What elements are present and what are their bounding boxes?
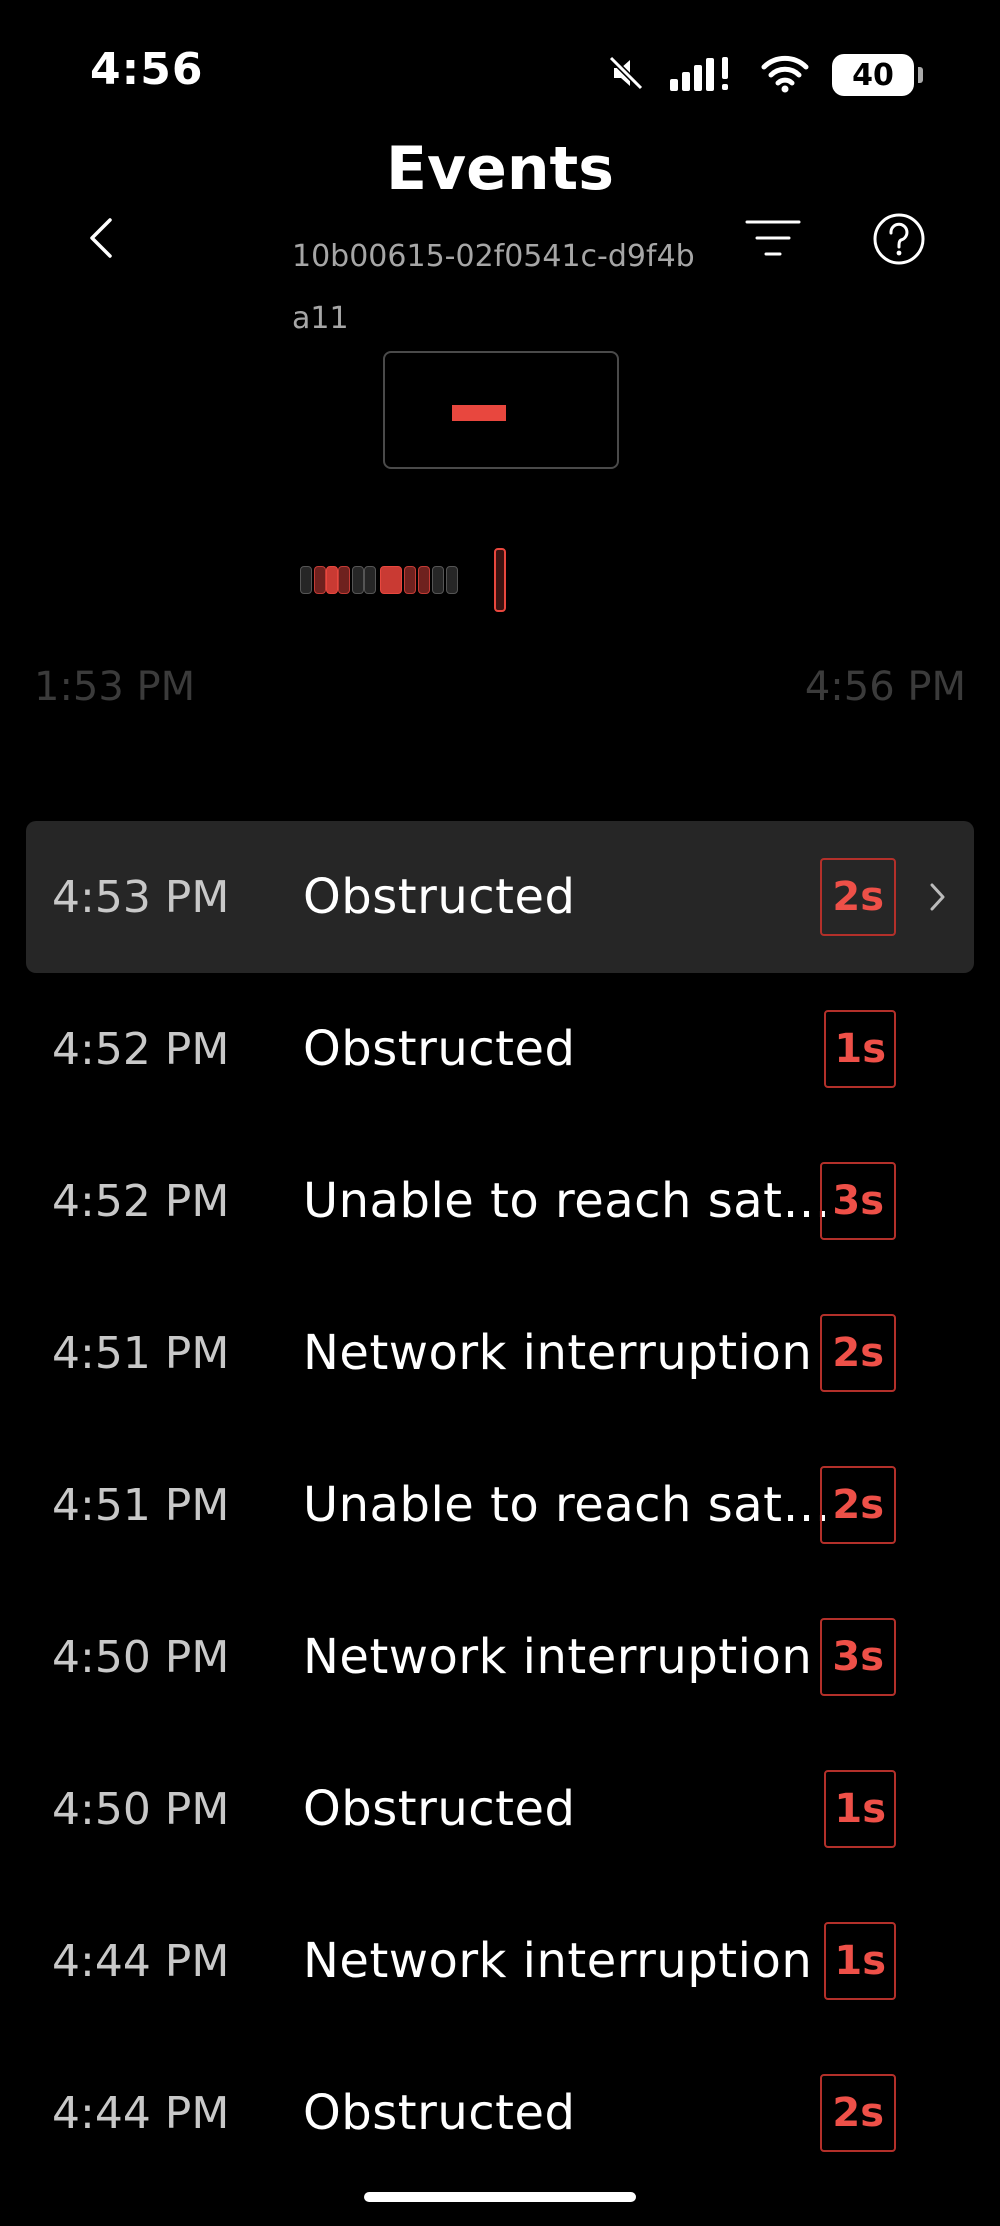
timeline-tick — [446, 566, 458, 594]
wifi-icon — [760, 53, 810, 97]
help-button[interactable] — [872, 212, 926, 266]
event-preview — [383, 351, 619, 469]
event-row[interactable]: 4:51 PM Network interruption 2s — [26, 1277, 974, 1429]
duration-badge: 2s — [820, 1314, 896, 1392]
event-time: 4:44 PM — [52, 2087, 230, 2139]
filter-button[interactable] — [745, 212, 801, 268]
help-icon — [872, 213, 926, 270]
status-icons: 40 — [606, 52, 923, 98]
timeline-start-label: 1:53 PM — [34, 664, 196, 710]
event-row[interactable]: 4:52 PM Unable to reach satell... 3s — [26, 1125, 974, 1277]
event-list: 4:53 PM Obstructed 2s 4:52 PM Obstructed… — [26, 821, 974, 2189]
event-label: Unable to reach satell... — [303, 1173, 853, 1229]
timeline-tick — [432, 566, 444, 594]
event-row[interactable]: 4:52 PM Obstructed 1s — [26, 973, 974, 1125]
timeline-tick — [364, 566, 376, 594]
event-label: Obstructed — [303, 1021, 576, 1077]
timeline-tick — [380, 566, 402, 594]
event-time: 4:44 PM — [52, 1935, 230, 1987]
device-id: 10b00615-02f0541c-d9f4ba11 — [292, 239, 695, 336]
timeline-tick — [300, 566, 312, 594]
event-time: 4:53 PM — [52, 871, 230, 923]
home-indicator[interactable] — [364, 2192, 636, 2202]
event-label: Network interruption — [303, 1933, 813, 1989]
status-time: 4:56 — [90, 44, 204, 95]
event-label: Unable to reach satell... — [303, 1477, 853, 1533]
filter-icon — [745, 220, 801, 272]
duration-badge: 1s — [824, 1922, 896, 2000]
timeline-tick — [418, 566, 430, 594]
duration-badge: 1s — [824, 1010, 896, 1088]
battery-icon: 40 — [832, 54, 923, 96]
timeline-end-label: 4:56 PM — [804, 664, 966, 710]
timeline-scrubber[interactable] — [298, 548, 508, 612]
duration-badge: 2s — [820, 1466, 896, 1544]
timeline-tick — [326, 566, 338, 594]
back-button[interactable] — [76, 210, 126, 270]
event-row[interactable]: 4:51 PM Unable to reach satell... 2s — [26, 1429, 974, 1581]
event-label: Obstructed — [303, 2085, 576, 2141]
timeline-tick — [352, 566, 364, 594]
timeline-cursor[interactable] — [494, 548, 506, 612]
duration-badge: 2s — [820, 2074, 896, 2152]
event-row[interactable]: 4:44 PM Obstructed 2s — [26, 2037, 974, 2189]
event-label: Obstructed — [303, 869, 576, 925]
event-label: Network interruption — [303, 1629, 813, 1685]
duration-badge: 3s — [820, 1162, 896, 1240]
chevron-right-icon — [922, 877, 952, 917]
event-row[interactable]: 4:50 PM Obstructed 1s — [26, 1733, 974, 1885]
mute-icon — [606, 53, 646, 97]
duration-badge: 1s — [824, 1770, 896, 1848]
timeline-tick — [314, 566, 326, 594]
event-time: 4:50 PM — [52, 1631, 230, 1683]
timeline-tick — [338, 566, 350, 594]
obstruction-marker — [452, 405, 506, 421]
event-label: Network interruption — [303, 1325, 813, 1381]
event-row[interactable]: 4:44 PM Network interruption 1s — [26, 1885, 974, 2037]
signal-icon — [668, 53, 738, 97]
event-time: 4:50 PM — [52, 1783, 230, 1835]
duration-badge: 3s — [820, 1618, 896, 1696]
chevron-left-icon — [86, 216, 116, 264]
page-title: Events — [386, 134, 614, 204]
event-time: 4:52 PM — [52, 1023, 230, 1075]
timeline-tick — [404, 566, 416, 594]
event-label: Obstructed — [303, 1781, 576, 1837]
duration-badge: 2s — [820, 858, 896, 936]
event-time: 4:51 PM — [52, 1327, 230, 1379]
event-time: 4:52 PM — [52, 1175, 230, 1227]
event-row[interactable]: 4:53 PM Obstructed 2s — [26, 821, 974, 973]
event-row[interactable]: 4:50 PM Network interruption 3s — [26, 1581, 974, 1733]
event-time: 4:51 PM — [52, 1479, 230, 1531]
